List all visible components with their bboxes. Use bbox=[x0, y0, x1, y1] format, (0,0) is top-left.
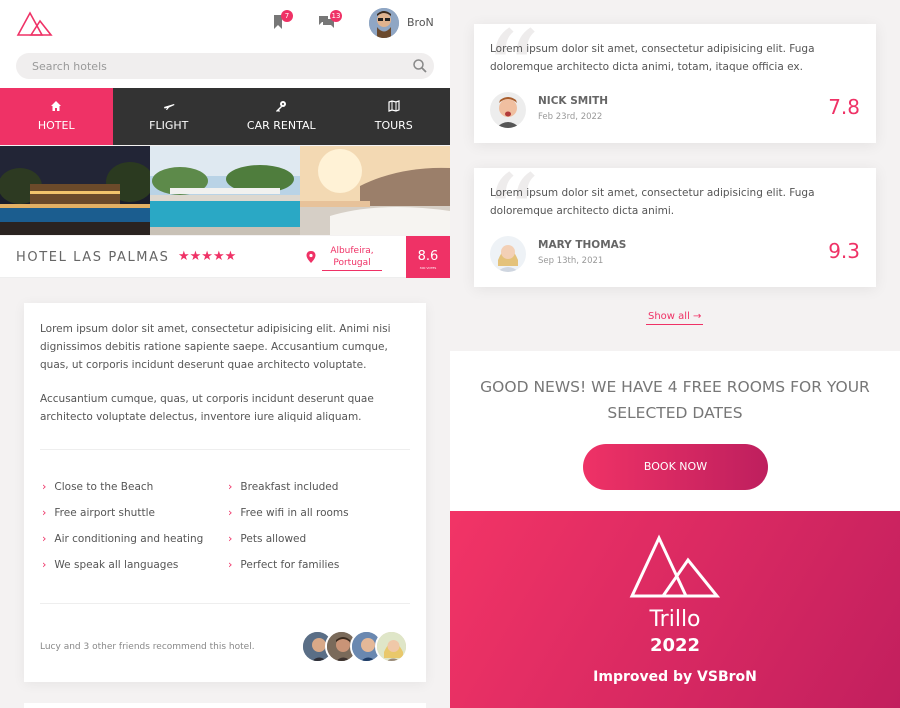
review-card: “ Lorem ipsum dolor sit amet, consectetu… bbox=[474, 168, 876, 287]
hotel-rating-box: 8.6 300 VOTES bbox=[406, 236, 450, 278]
gallery-photo-sunset-terrace[interactable] bbox=[300, 146, 450, 235]
messages-count-badge: 13 bbox=[330, 10, 342, 22]
reviewer-avatar bbox=[490, 92, 526, 128]
hotel-gallery bbox=[0, 146, 450, 235]
feature-item: › Free wifi in all rooms bbox=[228, 506, 349, 519]
review-card: “ Lorem ipsum dolor sit amet, consectetu… bbox=[474, 24, 876, 143]
next-card-edge bbox=[24, 703, 426, 708]
trillo-logo-icon bbox=[629, 534, 721, 598]
review-date: Feb 23rd, 2022 bbox=[538, 112, 603, 122]
nav-item-flight[interactable]: FLIGHT bbox=[113, 88, 226, 145]
nav-item-car-rental[interactable]: CAR RENTAL bbox=[225, 88, 338, 145]
nav-label: FLIGHT bbox=[149, 119, 189, 132]
hotel-name: HOTEL LAS PALMAS bbox=[16, 250, 170, 265]
divider bbox=[40, 449, 410, 450]
plane-icon bbox=[163, 104, 175, 110]
chevron-right-icon: › bbox=[228, 558, 233, 571]
review-text: Lorem ipsum dolor sit amet, consectetur … bbox=[490, 43, 815, 73]
hotel-rating-value: 8.6 bbox=[417, 249, 439, 264]
hotel-description-card: Lorem ipsum dolor sit amet, consectetur … bbox=[24, 303, 426, 682]
chevron-right-icon: › bbox=[228, 480, 233, 493]
feature-item: › Free airport shuttle bbox=[42, 506, 155, 519]
feature-item: › Perfect for families bbox=[228, 558, 340, 571]
description-paragraph: Accusantium cumque, quas, ut corporis in… bbox=[40, 393, 374, 423]
search-input[interactable]: Search hotels bbox=[32, 60, 107, 73]
divider bbox=[40, 603, 410, 604]
friends-avatars bbox=[301, 630, 411, 663]
friends-recommend-text: Lucy and 3 other friends recommend this … bbox=[40, 642, 255, 652]
show-all-reviews-link[interactable]: Show all → bbox=[646, 311, 704, 325]
home-icon bbox=[51, 101, 62, 111]
feature-item: › Pets allowed bbox=[228, 532, 307, 545]
map-icon bbox=[388, 100, 400, 112]
feature-item: › Breakfast included bbox=[228, 480, 339, 493]
feature-item: › We speak all languages bbox=[42, 558, 179, 571]
free-rooms-cta: GOOD NEWS! WE HAVE 4 FREE ROOMS FOR YOUR… bbox=[450, 351, 900, 511]
left-column: 7 13 BroN Search hotels HOTEL FLIGHT CAR… bbox=[0, 0, 450, 708]
nav-item-tours[interactable]: TOURS bbox=[338, 88, 451, 145]
user-name[interactable]: BroN bbox=[407, 16, 434, 29]
brand-year: 2022 bbox=[649, 635, 701, 656]
top-bar: 7 13 BroN Search hotels bbox=[0, 0, 450, 88]
book-now-button[interactable]: BOOK NOW bbox=[583, 444, 768, 490]
chevron-right-icon: › bbox=[228, 532, 233, 545]
location-pin-icon bbox=[306, 251, 316, 263]
nav-item-hotel[interactable]: HOTEL bbox=[0, 88, 113, 145]
brand-name: Trillo bbox=[649, 607, 701, 632]
search-icon[interactable] bbox=[412, 58, 428, 74]
nav-label: HOTEL bbox=[37, 119, 75, 132]
gallery-photo-night-pool[interactable] bbox=[0, 146, 150, 235]
chevron-right-icon: › bbox=[42, 558, 47, 571]
chevron-right-icon: › bbox=[42, 480, 47, 493]
bookmark-count-badge: 7 bbox=[281, 10, 293, 22]
reviewer-name: MARY THOMAS bbox=[538, 239, 627, 251]
search-bar[interactable]: Search hotels bbox=[16, 53, 434, 79]
user-avatar[interactable] bbox=[369, 8, 399, 38]
nav-label: TOURS bbox=[374, 119, 413, 132]
cta-message: GOOD NEWS! WE HAVE 4 FREE ROOMS FOR YOUR… bbox=[480, 378, 870, 422]
main-navigation: HOTEL FLIGHT CAR RENTAL TOURS bbox=[0, 88, 450, 145]
hotel-info-bar: HOTEL LAS PALMAS ★★★★★ Albufeira, Portug… bbox=[0, 236, 450, 278]
trillo-logo-icon[interactable] bbox=[16, 9, 54, 37]
review-text: Lorem ipsum dolor sit amet, consectetur … bbox=[490, 187, 815, 217]
chevron-right-icon: › bbox=[42, 532, 47, 545]
description-paragraph: Lorem ipsum dolor sit amet, consectetur … bbox=[40, 323, 391, 371]
chevron-right-icon: › bbox=[228, 506, 233, 519]
hotel-star-rating: ★★★★★ bbox=[178, 249, 237, 264]
review-date: Sep 13th, 2021 bbox=[538, 256, 604, 266]
user-avatar-photo bbox=[369, 8, 399, 38]
nav-label: CAR RENTAL bbox=[246, 119, 316, 132]
review-score: 9.3 bbox=[828, 239, 860, 263]
review-score: 7.8 bbox=[828, 95, 860, 119]
reviewer-name: NICK SMITH bbox=[538, 95, 609, 107]
reviewer-avatar bbox=[490, 236, 526, 272]
brand-credit: Improved by VSBroN bbox=[593, 669, 757, 685]
location-country: Portugal bbox=[333, 258, 371, 268]
brand-footer: Trillo 2022 Improved by VSBroN bbox=[450, 511, 900, 708]
feature-item: › Air conditioning and heating bbox=[42, 532, 204, 545]
key-icon bbox=[276, 101, 287, 112]
friend-avatar[interactable] bbox=[375, 630, 408, 663]
feature-item: › Close to the Beach bbox=[42, 480, 154, 493]
hotel-location-link[interactable]: Albufeira, Portugal bbox=[322, 245, 382, 271]
right-column: “ Lorem ipsum dolor sit amet, consectetu… bbox=[450, 0, 900, 708]
chevron-right-icon: › bbox=[42, 506, 47, 519]
gallery-photo-day-pool[interactable] bbox=[150, 146, 300, 235]
location-city: Albufeira, bbox=[330, 246, 374, 256]
hotel-rating-votes: 300 VOTES bbox=[419, 266, 437, 270]
